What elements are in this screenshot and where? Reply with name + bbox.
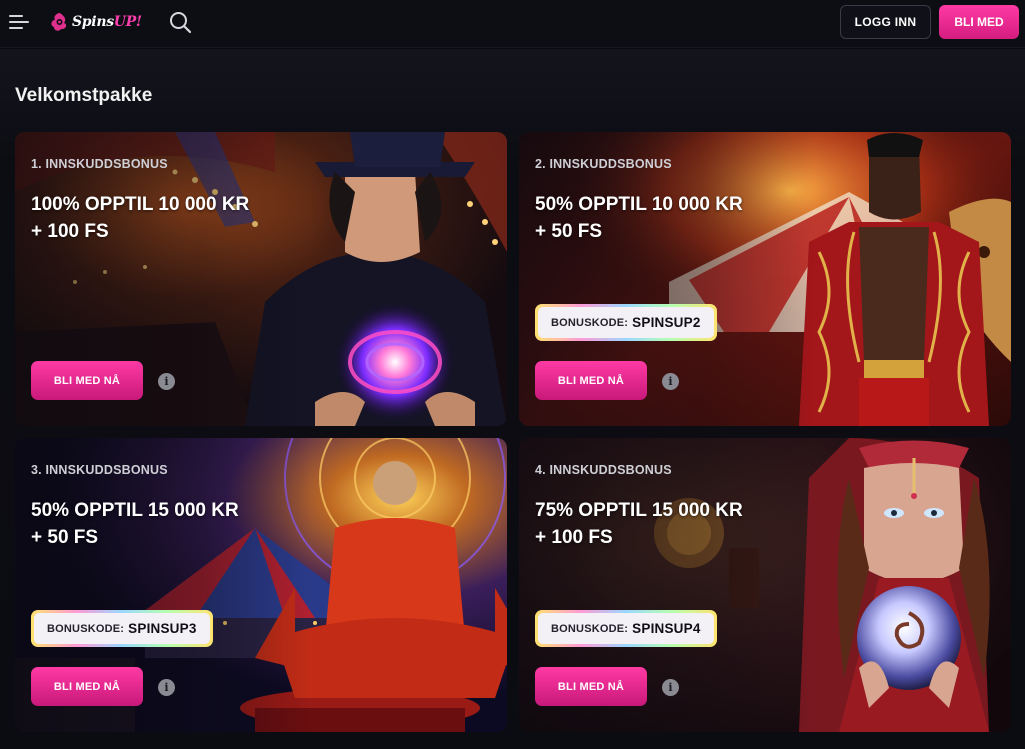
card-1-offer: 100% OPPTIL 10 000 KR + 100 FS	[31, 191, 321, 245]
menu-icon[interactable]	[8, 12, 32, 32]
section-title: Velkomstpakke	[15, 85, 153, 106]
card-3-offer: 50% OPPTIL 15 000 KR + 50 FS	[31, 497, 321, 551]
card-1-info-icon[interactable]: i	[158, 373, 175, 390]
card-2-bonus-code[interactable]: BONUSKODE: SPINSUP2	[535, 304, 717, 341]
card-2-offer: 50% OPPTIL 10 000 KR + 50 FS	[535, 191, 825, 245]
login-button[interactable]: LOGG INN	[840, 5, 931, 39]
search-icon[interactable]	[168, 10, 192, 34]
bonus-code-value: SPINSUP3	[128, 621, 197, 636]
join-button[interactable]: BLI MED	[939, 5, 1019, 39]
card-4-info-icon[interactable]: i	[662, 679, 679, 696]
card-3-info-icon[interactable]: i	[158, 679, 175, 696]
bonus-card-4[interactable]: 4. INNSKUDDSBONUS 75% OPPTIL 15 000 KR +…	[519, 438, 1011, 732]
logo-text: SpinsUP!	[72, 14, 142, 30]
card-4-offer-line2: + 100 FS	[535, 527, 613, 548]
card-4-offer-line1: 75% OPPTIL 15 000 KR	[535, 500, 743, 521]
top-header: SpinsUP! LOGG INN BLI MED	[0, 0, 1025, 48]
card-2-info-icon[interactable]: i	[662, 373, 679, 390]
card-4-label: 4. INNSKUDDSBONUS	[535, 463, 672, 477]
card-1-join-button[interactable]: BLI MED NÅ	[31, 361, 143, 400]
bonus-code-label: BONUSKODE:	[551, 622, 629, 635]
card-4-bonus-code[interactable]: BONUSKODE: SPINSUP4	[535, 610, 717, 647]
bonus-card-1[interactable]: 1. INNSKUDDSBONUS 100% OPPTIL 10 000 KR …	[15, 132, 507, 426]
card-4-join-button[interactable]: BLI MED NÅ	[535, 667, 647, 706]
card-2-offer-line1: 50% OPPTIL 10 000 KR	[535, 194, 743, 215]
logo[interactable]: SpinsUP!	[50, 9, 142, 35]
card-1-label: 1. INNSKUDDSBONUS	[31, 157, 168, 171]
card-3-bonus-code[interactable]: BONUSKODE: SPINSUP3	[31, 610, 213, 647]
welcome-package-section: Velkomstpakke 1. INNSKUDDSBONUS 100% OPP…	[0, 49, 1025, 749]
bonus-code-value: SPINSUP2	[632, 315, 701, 330]
logo-icon	[51, 13, 67, 31]
card-4-offer: 75% OPPTIL 15 000 KR + 100 FS	[535, 497, 825, 551]
bonus-card-3[interactable]: 3. INNSKUDDSBONUS 50% OPPTIL 15 000 KR +…	[15, 438, 507, 732]
card-3-offer-line2: + 50 FS	[31, 527, 99, 548]
card-3-join-button[interactable]: BLI MED NÅ	[31, 667, 143, 706]
bonus-code-label: BONUSKODE:	[47, 622, 125, 635]
card-2-label: 2. INNSKUDDSBONUS	[535, 157, 672, 171]
card-1-offer-line1: 100% OPPTIL 10 000 KR	[31, 194, 250, 215]
bonus-card-2[interactable]: 2. INNSKUDDSBONUS 50% OPPTIL 10 000 KR +…	[519, 132, 1011, 426]
bonus-code-label: BONUSKODE:	[551, 316, 629, 329]
bonus-code-value: SPINSUP4	[632, 621, 701, 636]
card-2-join-button[interactable]: BLI MED NÅ	[535, 361, 647, 400]
card-2-offer-line2: + 50 FS	[535, 221, 603, 242]
card-3-offer-line1: 50% OPPTIL 15 000 KR	[31, 500, 239, 521]
card-3-label: 3. INNSKUDDSBONUS	[31, 463, 168, 477]
card-1-offer-line2: + 100 FS	[31, 221, 109, 242]
